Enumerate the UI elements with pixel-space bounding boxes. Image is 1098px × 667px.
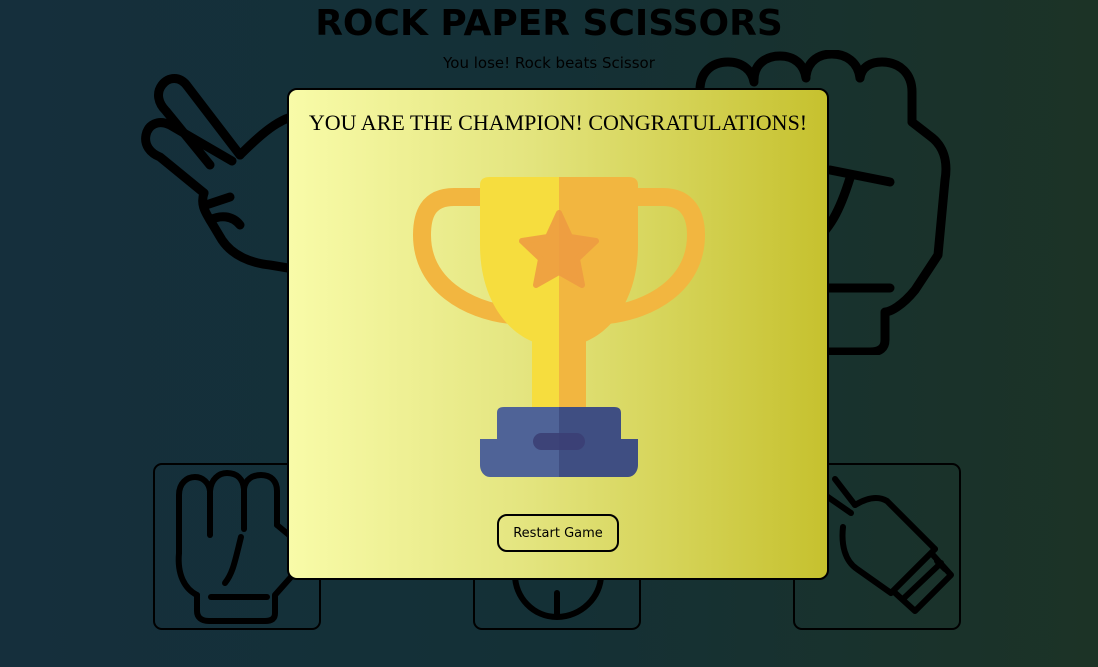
champion-message: YOU ARE THE CHAMPION! CONGRATULATIONS! [308,110,808,135]
restart-game-button[interactable]: Restart Game [497,514,619,552]
game-title: ROCK PAPER SCISSORS [315,3,783,44]
champion-modal: YOU ARE THE CHAMPION! CONGRATULATIONS! R… [287,88,829,580]
trophy-icon [412,177,706,477]
